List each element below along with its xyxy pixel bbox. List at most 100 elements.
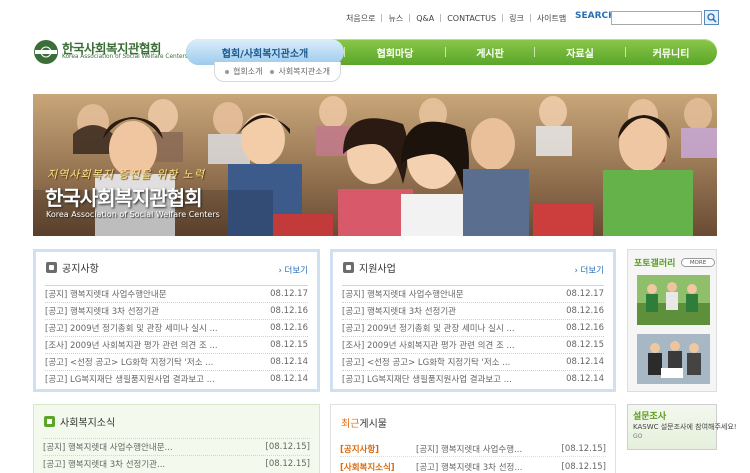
utility-news-link[interactable]: 뉴스 — [382, 13, 409, 24]
support-header: 지원사업 — [343, 260, 396, 275]
list-item-date: 08.12.14 — [566, 357, 604, 367]
welfare-news-icon — [44, 416, 55, 427]
list-item[interactable]: [공고] 행복지렛대 3차 선정기관 08.12.16 — [45, 302, 308, 319]
list-item-date: 08.12.16 — [270, 323, 308, 333]
list-item-title: [공고] 2009년 정기총회 및 관장 세미나 실시 ... — [342, 324, 515, 334]
survey-title: 설문조사 — [633, 412, 667, 422]
gallery-photo — [637, 334, 710, 384]
recent-posts-title-highlight: 최근 — [341, 419, 360, 430]
list-item-category: [사회복지소식] — [340, 462, 395, 473]
survey-text-line1: KASWC 설문조사에 — [633, 423, 693, 431]
nav-tab-association[interactable]: 협회마당 — [345, 39, 445, 65]
hero-banner: 지역사회복지 증진을 위한 노력 한국사회복지관협회 Korea Associa… — [33, 94, 717, 236]
gallery-more-button[interactable]: MORE — [681, 258, 715, 267]
list-item[interactable]: [공고] LG복지재단 생필품지원사업 결과보고 ... 08.12.14 — [342, 370, 604, 387]
list-item[interactable]: [공고] LG복지재단 생필품지원사업 결과보고 ... 08.12.14 — [45, 370, 308, 387]
list-item-title: [공고] LG복지재단 생필품지원사업 결과보고 ... — [45, 375, 215, 385]
list-item-title: [공고] 행복지렛대 3차 선정기관 — [45, 307, 159, 317]
sub-nav-bullet — [270, 69, 275, 74]
list-item-date: 08.12.14 — [270, 374, 308, 384]
list-item-date: 08.12.17 — [566, 289, 604, 299]
list-item-date: [08.12.15] — [561, 443, 606, 454]
list-item-date: [08.12.15] — [265, 459, 310, 469]
search-label: SEARCH — [575, 11, 616, 21]
sub-nav-item-about[interactable]: 협회소개 — [233, 66, 262, 77]
list-item-title: [공지] 행복지렛대 사업수행안내문 — [342, 290, 464, 300]
nav-tab-resources[interactable]: 자료실 — [535, 39, 625, 65]
list-item-title: [조사] 2009년 사회복지관 평가 관련 의견 조 ... — [45, 341, 218, 351]
list-item[interactable]: [공고] 2009년 정기총회 및 관장 세미나 실시 ... 08.12.16 — [45, 319, 308, 336]
search-input[interactable] — [611, 11, 702, 25]
logo-name-en: Korea Association of Social Welfare Cent… — [62, 54, 188, 60]
support-more-link[interactable]: › 더보기 — [574, 264, 604, 276]
survey-go-button[interactable]: GO — [633, 433, 642, 440]
photo-gallery: 포토갤러리 MORE — [627, 249, 717, 392]
list-item-title: [공고] 2009년 정기총회 및 관장 세미나 실시 ... — [45, 324, 218, 334]
welfare-news-list: [공지] 행복지렛대 사업수행안내문... [08.12.15] [공고] 행복지… — [43, 438, 310, 472]
list-item-title: [공고] LG복지재단 생필품지원사업 결과보고 ... — [342, 375, 512, 385]
gallery-thumbnail[interactable] — [637, 334, 710, 384]
list-item-title: [공지] 행복지렛대 사업수행안내문... — [43, 443, 173, 453]
welfare-news-panel: 사회복지소식 [공지] 행복지렛대 사업수행안내문... [08.12.15] [… — [33, 404, 320, 473]
site-logo[interactable]: 한국사회복지관협회 Korea Association of Social We… — [33, 38, 188, 66]
hero-subtitle: Korea Association of Social Welfare Cent… — [46, 210, 220, 219]
list-item-date: [08.12.15] — [561, 461, 606, 472]
gallery-photo — [637, 275, 710, 325]
list-item-date: [08.12.15] — [265, 442, 310, 452]
recent-posts-panel: 최근게시물 [공지사항] [공지] 행복지렛대 사업수행... [08.12.1… — [330, 404, 616, 473]
notice-list: [공지] 행복지렛대 사업수행안내문 08.12.17 [공고] 행복지렛대 3차… — [45, 285, 308, 387]
nav-tab-board[interactable]: 게시판 — [446, 39, 534, 65]
support-title: 지원사업 — [359, 264, 396, 275]
support-panel: 지원사업 › 더보기 [공지] 행복지렛대 사업수행안내문 08.12.17 [공… — [330, 249, 616, 392]
sub-nav-bullet — [225, 69, 229, 74]
list-item[interactable]: [조사] 2009년 사회복지관 평가 관련 의견 조 ... 08.12.15 — [45, 336, 308, 353]
logo-emblem-icon — [34, 40, 58, 64]
recent-posts-title-rest: 게시물 — [359, 419, 388, 430]
notice-more-link[interactable]: › 더보기 — [278, 264, 308, 276]
list-item[interactable]: [공지] 행복지렛대 사업수행안내문 08.12.17 — [45, 285, 308, 302]
utility-sitemap-link[interactable]: 사이트맵 — [531, 13, 572, 24]
list-item[interactable]: [공지사항] [공지] 행복지렛대 사업수행... [08.12.15] — [340, 441, 606, 457]
gallery-thumbnail[interactable] — [637, 275, 710, 325]
list-item[interactable]: [공지] 행복지렛대 사업수행안내문... [08.12.15] — [43, 438, 310, 455]
list-item-date: 08.12.17 — [270, 289, 308, 299]
list-item[interactable]: [공고] 행복지렛대 3차 선정기관... [08.12.15] — [43, 455, 310, 472]
list-item[interactable]: [조사] 2009년 사회복지관 평가 관련 의견 조 ... 08.12.15 — [342, 336, 604, 353]
sub-nav-item-centers[interactable]: 사회복지관소개 — [278, 66, 330, 77]
list-item-title: [조사] 2009년 사회복지관 평가 관련 의견 조 ... — [342, 341, 515, 351]
recent-posts-header: 최근게시물 — [341, 415, 387, 430]
search-button[interactable] — [704, 10, 719, 25]
support-icon — [343, 262, 354, 273]
support-list: [공지] 행복지렛대 사업수행안내문 08.12.17 [공고] 행복지렛대 3차… — [342, 285, 604, 387]
list-item-date: 08.12.15 — [270, 340, 308, 350]
hero-title: 한국사회복지관협회 — [45, 186, 203, 210]
list-item-title: [공고] 행복지렛대 3차 선정... — [416, 462, 523, 473]
list-item-title: [공지] 행복지렛대 사업수행안내문 — [45, 290, 167, 300]
survey-banner[interactable]: 설문조사 KASWC 설문조사에 참여해주세요! GO — [627, 404, 737, 450]
list-item-title: [공고] 행복지렛대 3차 선정기관... — [43, 460, 166, 470]
list-item-date: 08.12.14 — [566, 374, 604, 384]
list-item[interactable]: [공지] 행복지렛대 사업수행안내문 08.12.17 — [342, 285, 604, 302]
list-item-date: 08.12.14 — [270, 357, 308, 367]
search-icon — [706, 12, 717, 23]
sub-nav: 협회소개 사회복지관소개 — [214, 62, 341, 82]
nav-tab-community[interactable]: 커뮤니티 — [626, 39, 716, 65]
survey-text: KASWC 설문조사에 참여해주세요! — [633, 422, 737, 432]
utility-links-link[interactable]: 링크 — [503, 13, 530, 24]
utility-contact-link[interactable]: CONTACTUS — [441, 14, 502, 23]
list-item[interactable]: [공고] <선정 공고> LG화학 지정기탁 '저소 ... 08.12.14 — [342, 353, 604, 370]
list-item-date: 08.12.16 — [566, 323, 604, 333]
list-item-title: [공고] 행복지렛대 3차 선정기관 — [342, 307, 456, 317]
utility-qna-link[interactable]: Q&A — [410, 14, 440, 23]
list-item[interactable]: [공고] 2009년 정기총회 및 관장 세미나 실시 ... 08.12.16 — [342, 319, 604, 336]
list-item[interactable]: [사회복지소식] [공고] 행복지렛대 3차 선정... [08.12.15] — [340, 459, 606, 473]
survey-text-line2: 참여해주세요! — [695, 423, 737, 431]
list-item-date: 08.12.16 — [270, 306, 308, 316]
list-item-title: [공지] 행복지렛대 사업수행... — [416, 444, 523, 455]
utility-home-link[interactable]: 처음으로 — [340, 13, 381, 24]
list-item-title: [공고] <선정 공고> LG화학 지정기탁 '저소 ... — [45, 358, 214, 368]
list-item[interactable]: [공고] <선정 공고> LG화학 지정기탁 '저소 ... 08.12.14 — [45, 353, 308, 370]
list-item-date: 08.12.16 — [566, 306, 604, 316]
notice-title: 공지사항 — [62, 264, 99, 275]
list-item[interactable]: [공고] 행복지렛대 3차 선정기관 08.12.16 — [342, 302, 604, 319]
